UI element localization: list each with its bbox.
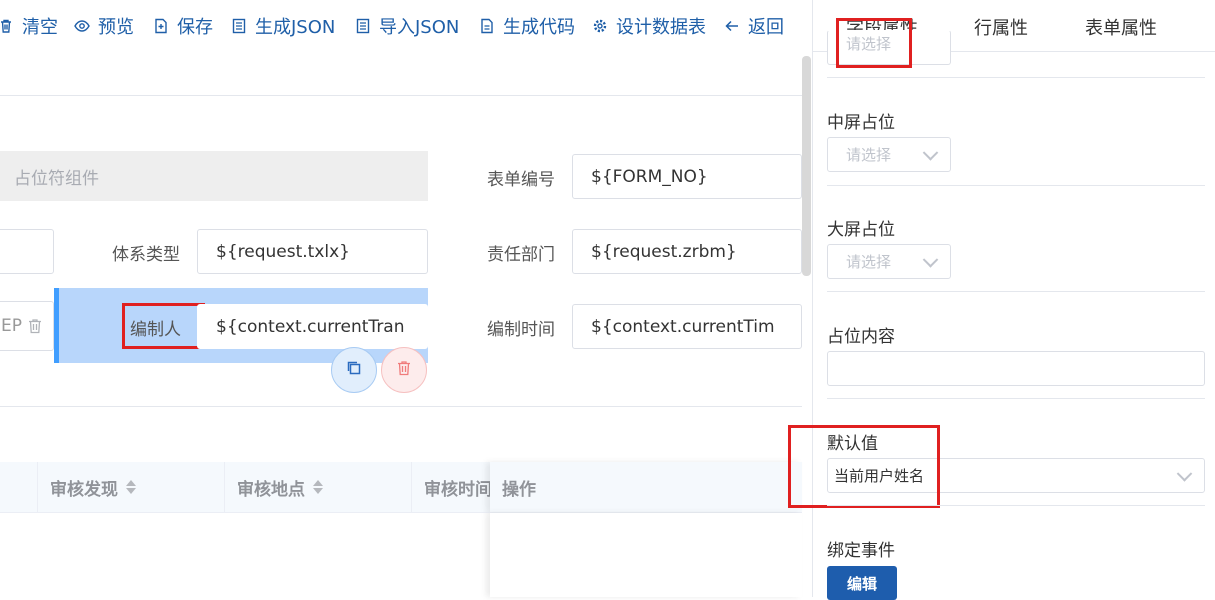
truncated-input[interactable]: [0, 229, 54, 274]
dept-input[interactable]: ${request.zrbm}: [572, 229, 802, 274]
trash-icon: [0, 18, 14, 34]
generate-json-button[interactable]: 生成JSON: [231, 14, 335, 38]
design-table-button[interactable]: 设计数据表: [592, 14, 706, 38]
bind-event-label: 绑定事件: [827, 541, 895, 561]
column-header-actions: 操作: [490, 462, 802, 512]
divider: [827, 398, 1205, 399]
form-no-label: 表单编号: [487, 170, 555, 190]
trash-icon: [397, 360, 411, 380]
time-input[interactable]: ${context.currentTim: [572, 304, 802, 349]
back-button[interactable]: 返回: [724, 14, 784, 38]
highlight-box: [788, 425, 940, 508]
import-json-label: 导入JSON: [379, 17, 460, 38]
divider: [827, 185, 1205, 186]
time-label: 编制时间: [487, 320, 555, 340]
back-label: 返回: [748, 17, 784, 38]
content-input[interactable]: [827, 351, 1205, 386]
divider: [827, 291, 1205, 292]
column-label: 审核地点: [237, 479, 305, 500]
design-table-label: 设计数据表: [616, 17, 706, 38]
clear-label: 清空: [22, 17, 58, 38]
toolbar: 清空 预览 保存 生成JSON 导入JSON 生成代码 设计数据表 返回: [0, 0, 812, 52]
clear-button[interactable]: 清空: [0, 14, 58, 38]
medium-screen-select[interactable]: 请选择: [827, 137, 951, 172]
save-icon: [153, 18, 169, 34]
preview-label: 预览: [98, 17, 134, 38]
truncated-value: EP: [1, 316, 22, 336]
system-type-input[interactable]: ${request.txlx}: [197, 229, 428, 274]
content-label: 占位内容: [827, 327, 895, 347]
table-header: 审核发现 审核地点 审核时间 操作: [0, 462, 802, 512]
form-no-input[interactable]: ${FORM_NO}: [572, 154, 802, 199]
highlight-box: [122, 303, 205, 349]
highlight-box: [836, 18, 912, 68]
column-divider: [411, 462, 412, 512]
gear-icon: [592, 18, 608, 34]
generate-code-label: 生成代码: [503, 17, 575, 38]
column-header-time[interactable]: 审核时间: [424, 462, 490, 512]
selection-indicator: [54, 288, 59, 363]
generate-code-button[interactable]: 生成代码: [479, 14, 575, 38]
select-placeholder: 请选择: [846, 253, 892, 271]
copy-icon: [346, 360, 362, 380]
import-json-button[interactable]: 导入JSON: [355, 14, 459, 38]
save-label: 保存: [177, 17, 213, 38]
select-placeholder: 请选择: [846, 146, 892, 164]
generate-json-label: 生成JSON: [255, 17, 336, 38]
eye-icon: [74, 18, 90, 34]
delete-button[interactable]: [381, 347, 427, 393]
scrollbar[interactable]: [802, 56, 811, 276]
preview-button[interactable]: 预览: [74, 14, 134, 38]
system-type-label: 体系类型: [112, 245, 180, 265]
copy-button[interactable]: [331, 347, 377, 393]
sort-icon[interactable]: [313, 480, 323, 494]
chevron-down-icon: [922, 144, 939, 161]
divider: [827, 505, 1205, 506]
dept-label: 责任部门: [487, 245, 555, 265]
chevron-down-icon: [1176, 465, 1193, 482]
edit-button[interactable]: 编辑: [827, 566, 897, 600]
column-header-location[interactable]: 审核地点: [237, 462, 323, 512]
save-button[interactable]: 保存: [153, 14, 213, 38]
tab-row-properties[interactable]: 行属性: [974, 14, 1028, 40]
properties-panel: 字段属性 行属性 表单属性 请选择 中屏占位 请选择 大屏占位 请选择 占位内容…: [788, 0, 1215, 600]
large-screen-label: 大屏占位: [827, 220, 895, 240]
placeholder-component-label: 占位符组件: [14, 168, 99, 189]
column-divider: [37, 462, 38, 512]
divider: [827, 77, 1205, 78]
arrow-left-icon: [724, 18, 740, 34]
action-column-body: [490, 513, 802, 597]
truncated-field[interactable]: EP: [0, 301, 54, 351]
column-header-finding[interactable]: 审核发现: [50, 462, 136, 512]
divider: [0, 406, 802, 407]
column-divider: [224, 462, 225, 512]
divider: [0, 95, 802, 96]
author-input[interactable]: ${context.currentTran: [197, 304, 428, 349]
medium-screen-label: 中屏占位: [827, 113, 895, 133]
sort-icon[interactable]: [126, 480, 136, 494]
document-icon: [231, 18, 247, 34]
column-label: 审核发现: [50, 479, 118, 500]
column-label: 审核时间: [424, 479, 490, 500]
tab-form-properties[interactable]: 表单属性: [1085, 14, 1157, 40]
column-label: 操作: [502, 479, 536, 500]
chevron-down-icon: [922, 251, 939, 268]
large-screen-select[interactable]: 请选择: [827, 244, 951, 279]
document-icon: [355, 18, 371, 34]
trash-icon[interactable]: [28, 318, 42, 334]
placeholder-component[interactable]: 占位符组件: [0, 151, 428, 201]
file-code-icon: [479, 18, 495, 34]
